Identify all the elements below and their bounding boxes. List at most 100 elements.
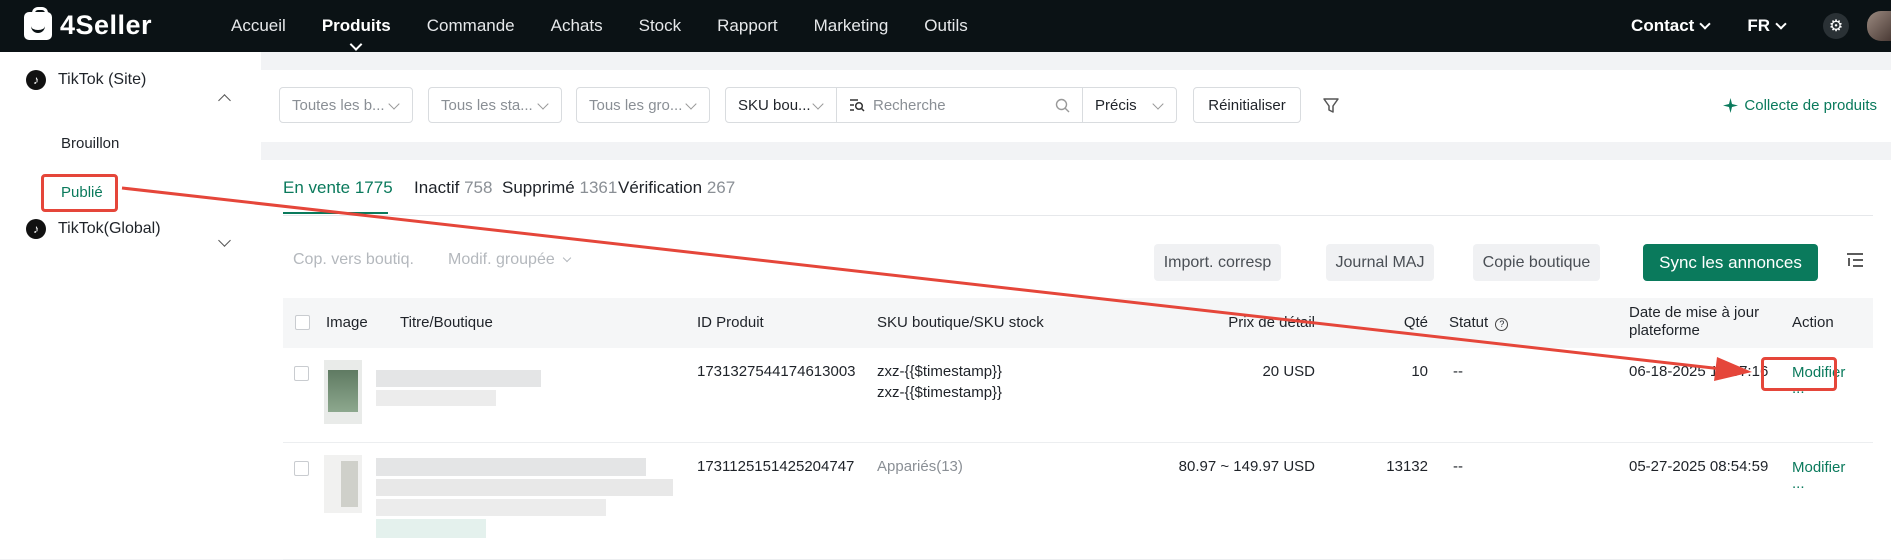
filter-icon[interactable] bbox=[1322, 97, 1340, 115]
blurred-title bbox=[376, 370, 541, 387]
chevron-down-icon bbox=[812, 98, 824, 110]
tab-verification[interactable]: Vérification 267 bbox=[618, 178, 735, 198]
tab-count: 267 bbox=[706, 178, 736, 197]
col-updated-line2: plateforme bbox=[1629, 322, 1700, 339]
status-value: -- bbox=[1453, 458, 1463, 475]
sidebar-group-label: TikTok(Global) bbox=[58, 220, 161, 237]
chevron-up-icon[interactable] bbox=[218, 94, 231, 107]
sidebar-group-tiktok-site[interactable]: ♪ TikTok (Site) bbox=[26, 70, 146, 90]
blurred-tag bbox=[376, 519, 486, 538]
column-settings-icon[interactable] bbox=[1847, 253, 1863, 267]
store-filter-value: Toutes les b... bbox=[292, 96, 385, 114]
search-input[interactable]: Recherche bbox=[836, 87, 1083, 123]
product-image bbox=[328, 370, 358, 412]
main-nav: Accueil Produits Commande Achats Stock R… bbox=[231, 0, 1004, 52]
product-id: 1731327544174613003 bbox=[697, 363, 856, 380]
col-price: Prix de détail bbox=[1228, 314, 1315, 331]
annotation-highlight-box bbox=[1761, 357, 1837, 391]
logo[interactable]: 4Seller bbox=[24, 6, 153, 41]
main-panel: En vente 1775 Inactif 758 Supprimé 1361 … bbox=[261, 160, 1891, 560]
matched-skus[interactable]: Appariés(13) bbox=[877, 458, 963, 475]
logo-text: 4Seller bbox=[60, 10, 153, 40]
chevron-down-icon bbox=[1152, 98, 1164, 110]
search-field-select[interactable]: SKU bou... bbox=[725, 87, 837, 123]
copy-store-button[interactable]: Copie boutique bbox=[1473, 244, 1600, 281]
nav-item-rapport[interactable]: Rapport bbox=[717, 16, 777, 36]
tab-en-vente[interactable]: En vente 1775 bbox=[283, 178, 393, 198]
chevron-down-icon bbox=[1775, 18, 1787, 30]
retail-price: 80.97 ~ 149.97 USD bbox=[1178, 458, 1315, 475]
search-icon[interactable] bbox=[1055, 98, 1070, 113]
tab-label: En vente bbox=[283, 178, 351, 197]
tab-count: 1775 bbox=[354, 178, 393, 197]
chevron-down-icon bbox=[685, 98, 697, 110]
chevron-down-icon[interactable] bbox=[218, 234, 231, 247]
chevron-down-icon bbox=[1699, 18, 1711, 30]
group-filter-value: Tous les gro... bbox=[589, 96, 683, 114]
import-mapping-button[interactable]: Import. corresp bbox=[1154, 244, 1281, 281]
collect-products-label: Collecte de produits bbox=[1744, 97, 1877, 114]
help-icon[interactable]: ? bbox=[1495, 318, 1509, 331]
tab-count: 758 bbox=[464, 178, 493, 197]
nav-item-marketing[interactable]: Marketing bbox=[814, 16, 889, 36]
collect-products-link[interactable]: Collecte de produits bbox=[1723, 97, 1877, 114]
top-right-controls: Contact FR ⚙ bbox=[1631, 0, 1891, 52]
language-label: FR bbox=[1747, 16, 1770, 35]
sidebar-item-brouillon[interactable]: Brouillon bbox=[61, 135, 119, 152]
row-checkbox[interactable] bbox=[294, 461, 309, 476]
group-filter-select[interactable]: Tous les gro... bbox=[576, 87, 710, 123]
tab-label: Supprimé bbox=[502, 178, 575, 197]
active-tab-indicator bbox=[283, 212, 388, 214]
bulk-edit-dropdown[interactable]: Modif. groupée bbox=[448, 251, 572, 269]
nav-item-produits[interactable]: Produits bbox=[322, 16, 391, 36]
settings-gear-icon[interactable]: ⚙ bbox=[1823, 13, 1849, 39]
col-qty: Qté bbox=[1403, 314, 1428, 331]
stock-sku: zxz-{{$timestamp}} bbox=[877, 384, 1003, 401]
nav-item-commande[interactable]: Commande bbox=[427, 16, 515, 36]
chevron-down-icon bbox=[562, 253, 572, 263]
row-checkbox[interactable] bbox=[294, 366, 309, 381]
store-sku: zxz-{{$timestamp}} bbox=[877, 363, 1003, 380]
edit-link[interactable]: Modifier bbox=[1792, 459, 1845, 476]
col-updated-line1: Date de mise à jour bbox=[1629, 304, 1760, 321]
nav-item-stock[interactable]: Stock bbox=[639, 16, 682, 36]
status-value: -- bbox=[1453, 363, 1463, 380]
product-image bbox=[341, 461, 358, 507]
matched-label: Appariés bbox=[877, 458, 937, 475]
tab-label: Vérification bbox=[618, 178, 703, 197]
copy-to-store-action[interactable]: Cop. vers boutiq. bbox=[293, 251, 414, 269]
match-mode-select[interactable]: Précis bbox=[1082, 87, 1177, 123]
select-all-checkbox[interactable] bbox=[295, 315, 310, 330]
store-filter-select[interactable]: Toutes les b... bbox=[279, 87, 413, 123]
update-journal-button[interactable]: Journal MAJ bbox=[1326, 244, 1434, 281]
nav-item-outils[interactable]: Outils bbox=[924, 16, 967, 36]
logo-bag-icon bbox=[24, 6, 52, 40]
status-filter-select[interactable]: Tous les sta... bbox=[428, 87, 562, 123]
nav-item-accueil[interactable]: Accueil bbox=[231, 16, 286, 36]
more-actions[interactable]: ... bbox=[1792, 475, 1805, 492]
search-field-value: SKU bou... bbox=[738, 96, 811, 114]
product-thumbnail[interactable] bbox=[324, 455, 362, 513]
sync-listings-button[interactable]: Sync les annonces bbox=[1643, 244, 1818, 281]
col-sku: SKU boutique/SKU stock bbox=[877, 314, 1044, 331]
avatar[interactable] bbox=[1867, 11, 1891, 41]
sparkle-icon bbox=[1723, 98, 1739, 113]
quantity: 10 bbox=[1411, 363, 1428, 380]
sidebar-group-tiktok-global[interactable]: ♪ TikTok(Global) bbox=[26, 219, 161, 239]
contact-label: Contact bbox=[1631, 16, 1695, 35]
table-header: Image Titre/Boutique ID Produit SKU bout… bbox=[283, 298, 1873, 348]
blurred-title bbox=[376, 458, 646, 476]
sidebar: ♪ TikTok (Site) Brouillon Publié ♪ TikTo… bbox=[0, 52, 261, 559]
tiktok-icon: ♪ bbox=[26, 70, 46, 90]
tab-supprime[interactable]: Supprimé 1361 bbox=[502, 178, 617, 198]
reset-button[interactable]: Réinitialiser bbox=[1193, 87, 1301, 123]
tab-inactif[interactable]: Inactif 758 bbox=[414, 178, 492, 198]
nav-item-achats[interactable]: Achats bbox=[551, 16, 603, 36]
col-updated: Date de mise à jour plateforme bbox=[1629, 304, 1759, 340]
product-id: 1731125151425204747 bbox=[697, 458, 855, 475]
quantity: 13132 bbox=[1386, 458, 1428, 475]
language-menu[interactable]: FR bbox=[1747, 16, 1787, 36]
col-image: Image bbox=[326, 314, 368, 331]
contact-menu[interactable]: Contact bbox=[1631, 16, 1711, 36]
product-thumbnail[interactable] bbox=[324, 360, 362, 424]
